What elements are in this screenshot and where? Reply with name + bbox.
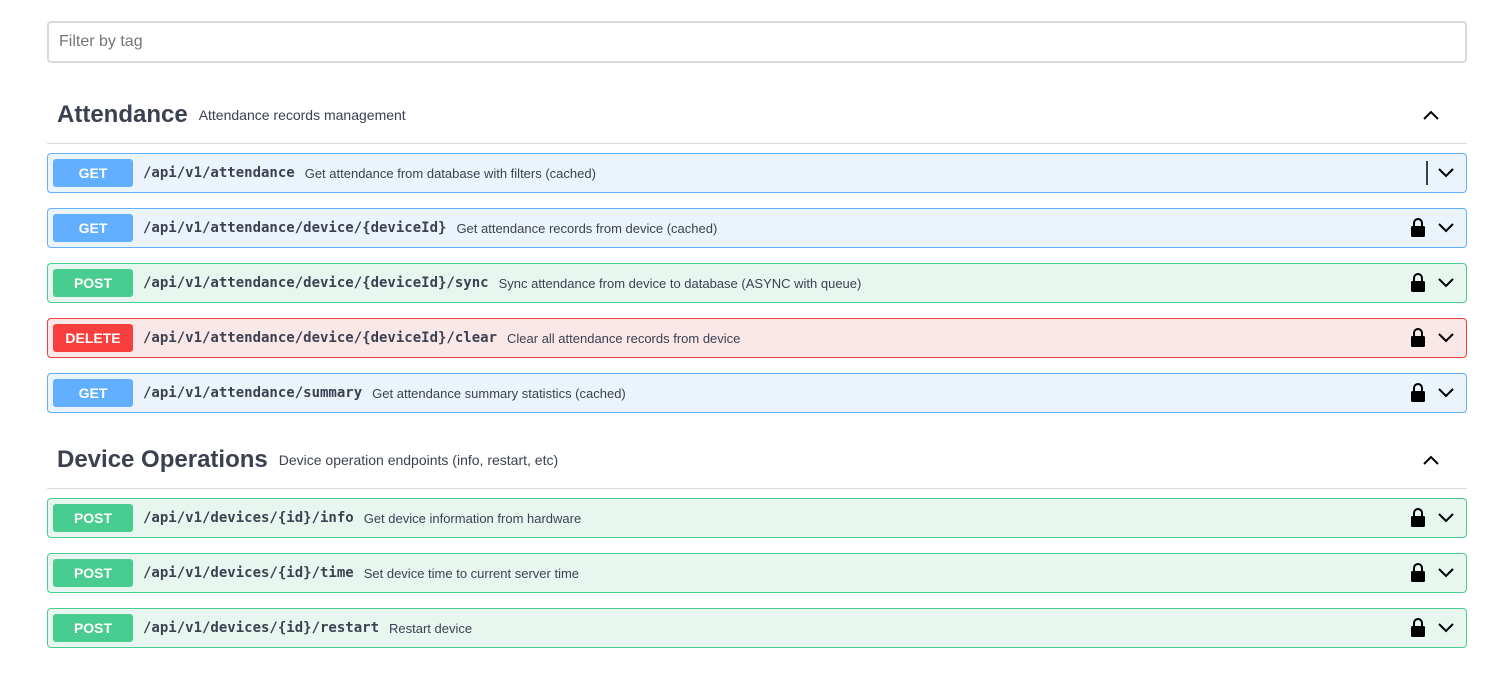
operation-delete-attendance-clear[interactable]: DELETE /api/v1/attendance/device/{device… [47,318,1467,358]
endpoint-summary: Get device information from hardware [363,510,582,526]
endpoint-path: /api/v1/devices/{id}/info [143,510,354,526]
chevron-down-icon[interactable] [1436,508,1456,528]
tag-title: Device Operations [57,446,268,473]
filter-bar [47,21,1467,63]
lock-icon[interactable] [1410,218,1426,238]
method-badge: POST [53,504,133,532]
chevron-down-icon[interactable] [1436,383,1456,403]
endpoint-path: /api/v1/devices/{id}/restart [143,620,380,636]
chevron-down-icon[interactable] [1436,273,1456,293]
chevron-down-icon[interactable] [1436,163,1456,183]
endpoint-path: /api/v1/attendance/device/{deviceId}/cle… [143,330,498,346]
chevron-down-icon[interactable] [1436,218,1456,238]
operation-controls [1410,319,1456,357]
tag-header-device-operations[interactable]: Device Operations Device operation endpo… [47,432,1467,489]
divider [1426,161,1428,185]
operation-get-attendance-device[interactable]: GET /api/v1/attendance/device/{deviceId}… [47,208,1467,248]
filter-by-tag-input[interactable] [47,21,1467,63]
endpoint-summary: Clear all attendance records from device [507,330,741,346]
endpoint-summary: Get attendance from database with filter… [304,165,596,181]
endpoint-summary: Sync attendance from device to database … [498,275,862,291]
operation-post-device-restart[interactable]: POST /api/v1/devices/{id}/restart Restar… [47,608,1467,648]
endpoint-summary: Get attendance records from device (cach… [456,220,718,236]
method-badge: DELETE [53,324,133,352]
lock-icon[interactable] [1410,383,1426,403]
operation-controls [1410,499,1456,537]
method-badge: GET [53,159,133,187]
operation-post-device-time[interactable]: POST /api/v1/devices/{id}/time Set devic… [47,553,1467,593]
operation-post-attendance-sync[interactable]: POST /api/v1/attendance/device/{deviceId… [47,263,1467,303]
operation-controls [1410,374,1456,412]
endpoint-path: /api/v1/attendance/device/{deviceId}/syn… [143,275,489,291]
tag-header-attendance[interactable]: Attendance Attendance records management [47,87,1467,144]
method-badge: GET [53,214,133,242]
endpoint-path: /api/v1/attendance/device/{deviceId} [143,220,447,236]
operation-post-device-info[interactable]: POST /api/v1/devices/{id}/info Get devic… [47,498,1467,538]
chevron-up-icon[interactable] [1421,105,1441,125]
endpoint-summary: Set device time to current server time [363,565,580,581]
lock-icon[interactable] [1410,273,1426,293]
method-badge: POST [53,269,133,297]
endpoint-path: /api/v1/attendance [143,165,295,181]
lock-icon[interactable] [1410,563,1426,583]
tag-description: Device operation endpoints (info, restar… [278,452,559,468]
lock-icon[interactable] [1410,508,1426,528]
chevron-up-icon[interactable] [1421,450,1441,470]
operation-controls [1410,264,1456,302]
operation-controls [1410,209,1456,247]
method-badge: POST [53,559,133,587]
operation-controls [1410,609,1456,647]
endpoint-path: /api/v1/attendance/summary [143,385,363,401]
endpoint-path: /api/v1/devices/{id}/time [143,565,354,581]
chevron-down-icon[interactable] [1436,563,1456,583]
operation-controls [1426,154,1456,192]
chevron-down-icon[interactable] [1436,328,1456,348]
endpoint-summary: Get attendance summary statistics (cache… [372,385,626,401]
swagger-operations-view: Attendance Attendance records management… [0,0,1497,676]
chevron-down-icon[interactable] [1436,618,1456,638]
lock-icon[interactable] [1410,618,1426,638]
operation-get-attendance[interactable]: GET /api/v1/attendance Get attendance fr… [47,153,1467,193]
tag-title: Attendance [57,101,188,128]
endpoint-summary: Restart device [389,620,473,636]
method-badge: POST [53,614,133,642]
operation-controls [1410,554,1456,592]
lock-icon[interactable] [1410,328,1426,348]
method-badge: GET [53,379,133,407]
operation-get-attendance-summary[interactable]: GET /api/v1/attendance/summary Get atten… [47,373,1467,413]
tag-description: Attendance records management [198,107,406,123]
